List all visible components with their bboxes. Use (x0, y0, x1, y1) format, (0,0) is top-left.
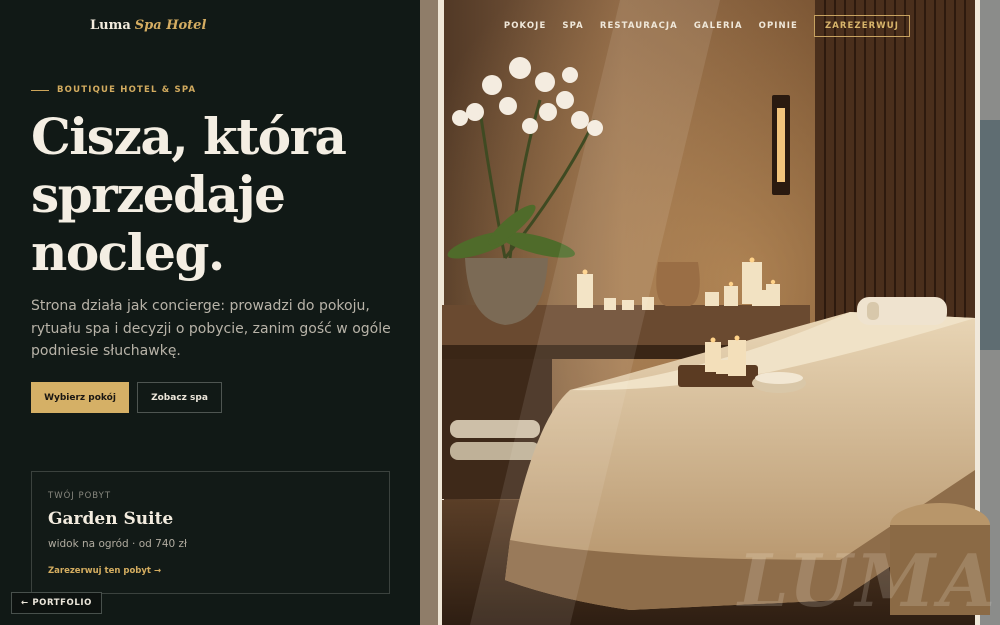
hero-eyebrow: BOUTIQUE HOTEL & SPA (31, 83, 196, 97)
wood-slats (815, 0, 975, 330)
headline-line-3: nocleg. (31, 223, 225, 282)
stay-label: TWÓJ POBYT (48, 491, 112, 501)
nav-reserve-button[interactable]: ZAREZERWUJ (813, 15, 910, 37)
spa-room-illustration (420, 0, 1000, 625)
nav-item-restauracja[interactable]: RESTAURACJA (600, 21, 678, 31)
brand-watermark: LUMA (738, 538, 1000, 623)
book-stay-link[interactable]: Zarezerwuj ten pobyt → (48, 566, 161, 576)
headline-line-2: sprzedaje (31, 165, 286, 224)
left-panel: Luma Spa Hotel BOUTIQUE HOTEL & SPA Cisza… (0, 0, 420, 625)
main-nav: POKOJE SPA RESTAURACJA GALERIA OPINIE ZA… (420, 15, 1000, 37)
stay-title: Garden Suite (48, 509, 174, 529)
brand-logo[interactable]: Luma Spa Hotel (90, 18, 206, 36)
see-spa-button[interactable]: Zobacz spa (137, 382, 222, 413)
nav-item-spa[interactable]: SPA (562, 21, 583, 31)
nav-item-pokoje[interactable]: POKOJE (504, 21, 546, 31)
hero-image: POKOJE SPA RESTAURACJA GALERIA OPINIE ZA… (420, 0, 1000, 625)
nav-item-opinie[interactable]: OPINIE (759, 21, 798, 31)
headline-line-1: Cisza, która (31, 107, 347, 166)
eyebrow-text: BOUTIQUE HOTEL & SPA (57, 85, 197, 95)
brand-accent: Spa Hotel (134, 18, 207, 33)
hero-headline: Cisza, która sprzedaje nocleg. (31, 108, 421, 282)
hero-lead: Strona działa jak concierge: prowadzi do… (31, 298, 391, 359)
stay-meta: widok na ogród · od 740 zł (48, 538, 188, 550)
eyebrow-rule (31, 89, 49, 91)
brand-name: Luma (90, 18, 131, 33)
nav-item-galeria[interactable]: GALERIA (694, 21, 743, 31)
stay-card: TWÓJ POBYT Garden Suite widok na ogród ·… (31, 471, 390, 594)
choose-room-button[interactable]: Wybierz pokój (31, 382, 129, 413)
portfolio-back-button[interactable]: ← PORTFOLIO (11, 592, 102, 614)
